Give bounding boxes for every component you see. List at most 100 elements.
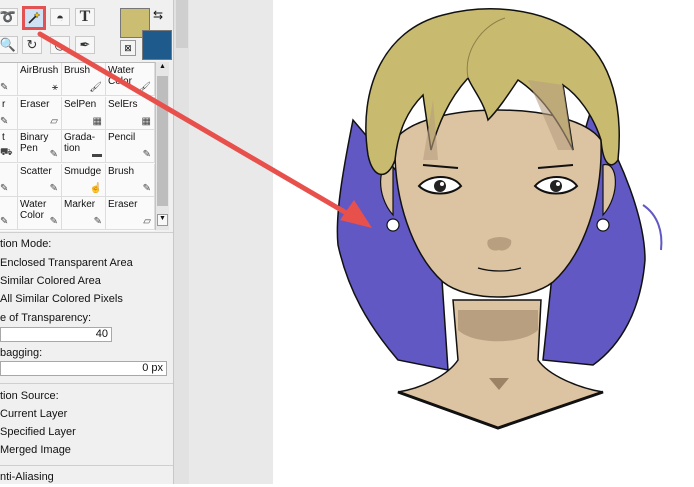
brush-label: Brush (108, 165, 135, 177)
divider (0, 232, 173, 233)
brush-slot[interactable]: SelErs ▦ (106, 96, 155, 130)
rotate-icon: ↻ (26, 37, 38, 52)
binary-pen-icon: ✎ (49, 149, 58, 161)
source-current-radio[interactable]: Current Layer (0, 408, 67, 420)
zoom-icon: 🔍 (0, 37, 17, 52)
magic-wand-icon (28, 11, 41, 24)
magic-wand-tool-button[interactable] (22, 6, 46, 30)
brush-label: Water Color (108, 65, 135, 87)
brush-slot[interactable]: Brush 🖌 (62, 63, 106, 96)
watercolor-icon: 🖌 (138, 82, 151, 93)
text-tool-icon: T (79, 8, 91, 25)
brush-label: Brush (64, 65, 91, 76)
gradation-icon: ▬ (92, 149, 102, 161)
brush-slot[interactable]: Pencil ✎ (106, 130, 155, 164)
eraser-icon: ▱ (143, 216, 151, 228)
brush-label: r (2, 98, 6, 110)
mode-similar-radio[interactable]: Similar Colored Area (0, 275, 101, 287)
brush-slot[interactable]: SelPen ▦ (62, 96, 106, 130)
transparency-label: e of Transparency: (0, 312, 92, 324)
brush-label: Pencil (108, 132, 136, 144)
canvas-area (189, 0, 694, 484)
drawing-canvas[interactable] (273, 0, 694, 484)
expand-field[interactable]: 0 px (0, 361, 167, 376)
brush-label: Eraser (20, 98, 50, 110)
watercolor-icon: ✎ (49, 216, 58, 228)
brush-label: Water Color (20, 199, 47, 222)
text-tool-button[interactable]: T (75, 8, 95, 26)
airbrush-icon: ⚹ (52, 82, 58, 93)
lasso-tool-button[interactable]: ➰ (0, 8, 18, 26)
mode-all-similar-radio[interactable]: All Similar Colored Pixels (0, 293, 123, 305)
character-portrait (336, 8, 663, 430)
brush-label: Grada- tion (64, 132, 96, 155)
brush-slot[interactable]: r ✎ (0, 96, 18, 130)
pencil-icon: ✎ (0, 82, 9, 93)
smudge-icon: ☝ (89, 182, 102, 194)
brush-label: AirBrush (20, 65, 59, 76)
scroll-down-arrow[interactable]: ▼ (157, 214, 168, 226)
brush-slot[interactable]: Eraser ▱ (18, 96, 62, 130)
source-specified-radio[interactable]: Specified Layer (0, 426, 76, 438)
brush-slot[interactable]: Eraser ▱ (106, 197, 155, 231)
shape-tool-button[interactable]: ◓ (50, 8, 70, 26)
brush-icon: 🖌 (89, 82, 102, 93)
pen-icon: ✎ (0, 216, 9, 228)
scatter-icon: ✎ (49, 182, 58, 194)
brush-slot[interactable]: ✎ (0, 197, 18, 231)
pencil-icon: ✎ (0, 115, 9, 127)
brush-label: Marker (64, 199, 96, 211)
scroll-thumb[interactable] (157, 76, 168, 206)
eyedropper-icon: ✒ (79, 37, 91, 52)
brush-slot[interactable]: Smudge ☝ (62, 163, 106, 197)
brush-label: SelPen (64, 98, 97, 110)
brush-slot[interactable]: Water Color 🖌 (106, 63, 155, 96)
brush-slot[interactable]: Scatter ✎ (18, 163, 62, 197)
panel-scroll-thumb[interactable] (176, 0, 188, 48)
eyedropper-tool-button[interactable]: ✒ (75, 36, 95, 54)
brush-grid-scrollbar[interactable]: ▲ ▼ (155, 62, 169, 230)
lasso-icon: ➰ (0, 9, 17, 24)
brush-slot[interactable]: AirBrush ⚹ (18, 63, 62, 96)
brush-slot[interactable]: Brush ✎ (106, 163, 155, 197)
brush-label: SelErs (108, 98, 138, 110)
brush-slot[interactable]: Binary Pen ✎ (18, 130, 62, 164)
shapes-icon: ◓ (56, 9, 64, 25)
brush-slot[interactable]: Marker ✎ (62, 197, 106, 231)
scroll-up-arrow[interactable]: ▲ (157, 63, 168, 73)
brush-label: Smudge (64, 165, 102, 177)
zoom-tool-button[interactable]: 🔍 (0, 36, 18, 54)
pencil-icon: ✎ (142, 149, 151, 161)
brush-icon: ✎ (142, 182, 151, 194)
selection-mode-label: tion Mode: (0, 238, 52, 250)
hand-tool-button[interactable]: ◡ (50, 36, 70, 54)
divider (0, 465, 173, 466)
secondary-color-swatch[interactable] (142, 30, 172, 60)
brush-label: Eraser (108, 199, 138, 211)
brush-grid: ✎ AirBrush ⚹ Brush 🖌 Water Color 🖌 r ✎ Eraser ▱ Sel… (0, 62, 155, 231)
divider (0, 383, 173, 384)
brush-slot[interactable]: ✎ (0, 63, 18, 96)
selers-icon: ▦ (141, 115, 151, 127)
anti-aliasing-checkbox[interactable]: nti-Aliasing (0, 471, 54, 483)
brush-slot[interactable]: Water Color ✎ (18, 197, 62, 231)
eraser-icon: ▱ (50, 115, 58, 127)
rotate-tool-button[interactable]: ↻ (22, 36, 42, 54)
transparent-color-swatch[interactable]: ⊠ (120, 40, 136, 56)
panel-scrollbar[interactable] (173, 0, 190, 484)
mode-enclosed-radio[interactable]: Enclosed Transparent Area (0, 257, 133, 269)
tool-panel: ➰ ◓ T ⇆ 🔍 ↻ ◡ ✒ ⊠ ✎ AirBrush ⚹ Brush 🖌 Water … (0, 0, 173, 484)
brush-slot[interactable]: ✎ (0, 163, 18, 197)
brush-label: Binary Pen (20, 132, 49, 155)
brush-label: t (2, 132, 5, 144)
source-merged-radio[interactable]: Merged Image (0, 444, 71, 456)
expand-label: bagging: (0, 347, 43, 359)
marker-icon: ✎ (93, 216, 102, 228)
transparency-field[interactable]: 40 (0, 327, 112, 342)
brush-label: Scatter (20, 165, 52, 177)
pen-icon: ✎ (0, 182, 9, 194)
bucket-icon: ⛟ (0, 147, 13, 159)
brush-slot[interactable]: Grada- tion ▬ (62, 130, 106, 164)
swap-colors-icon[interactable]: ⇆ (153, 8, 163, 22)
brush-slot[interactable]: t ⛟ (0, 130, 18, 164)
